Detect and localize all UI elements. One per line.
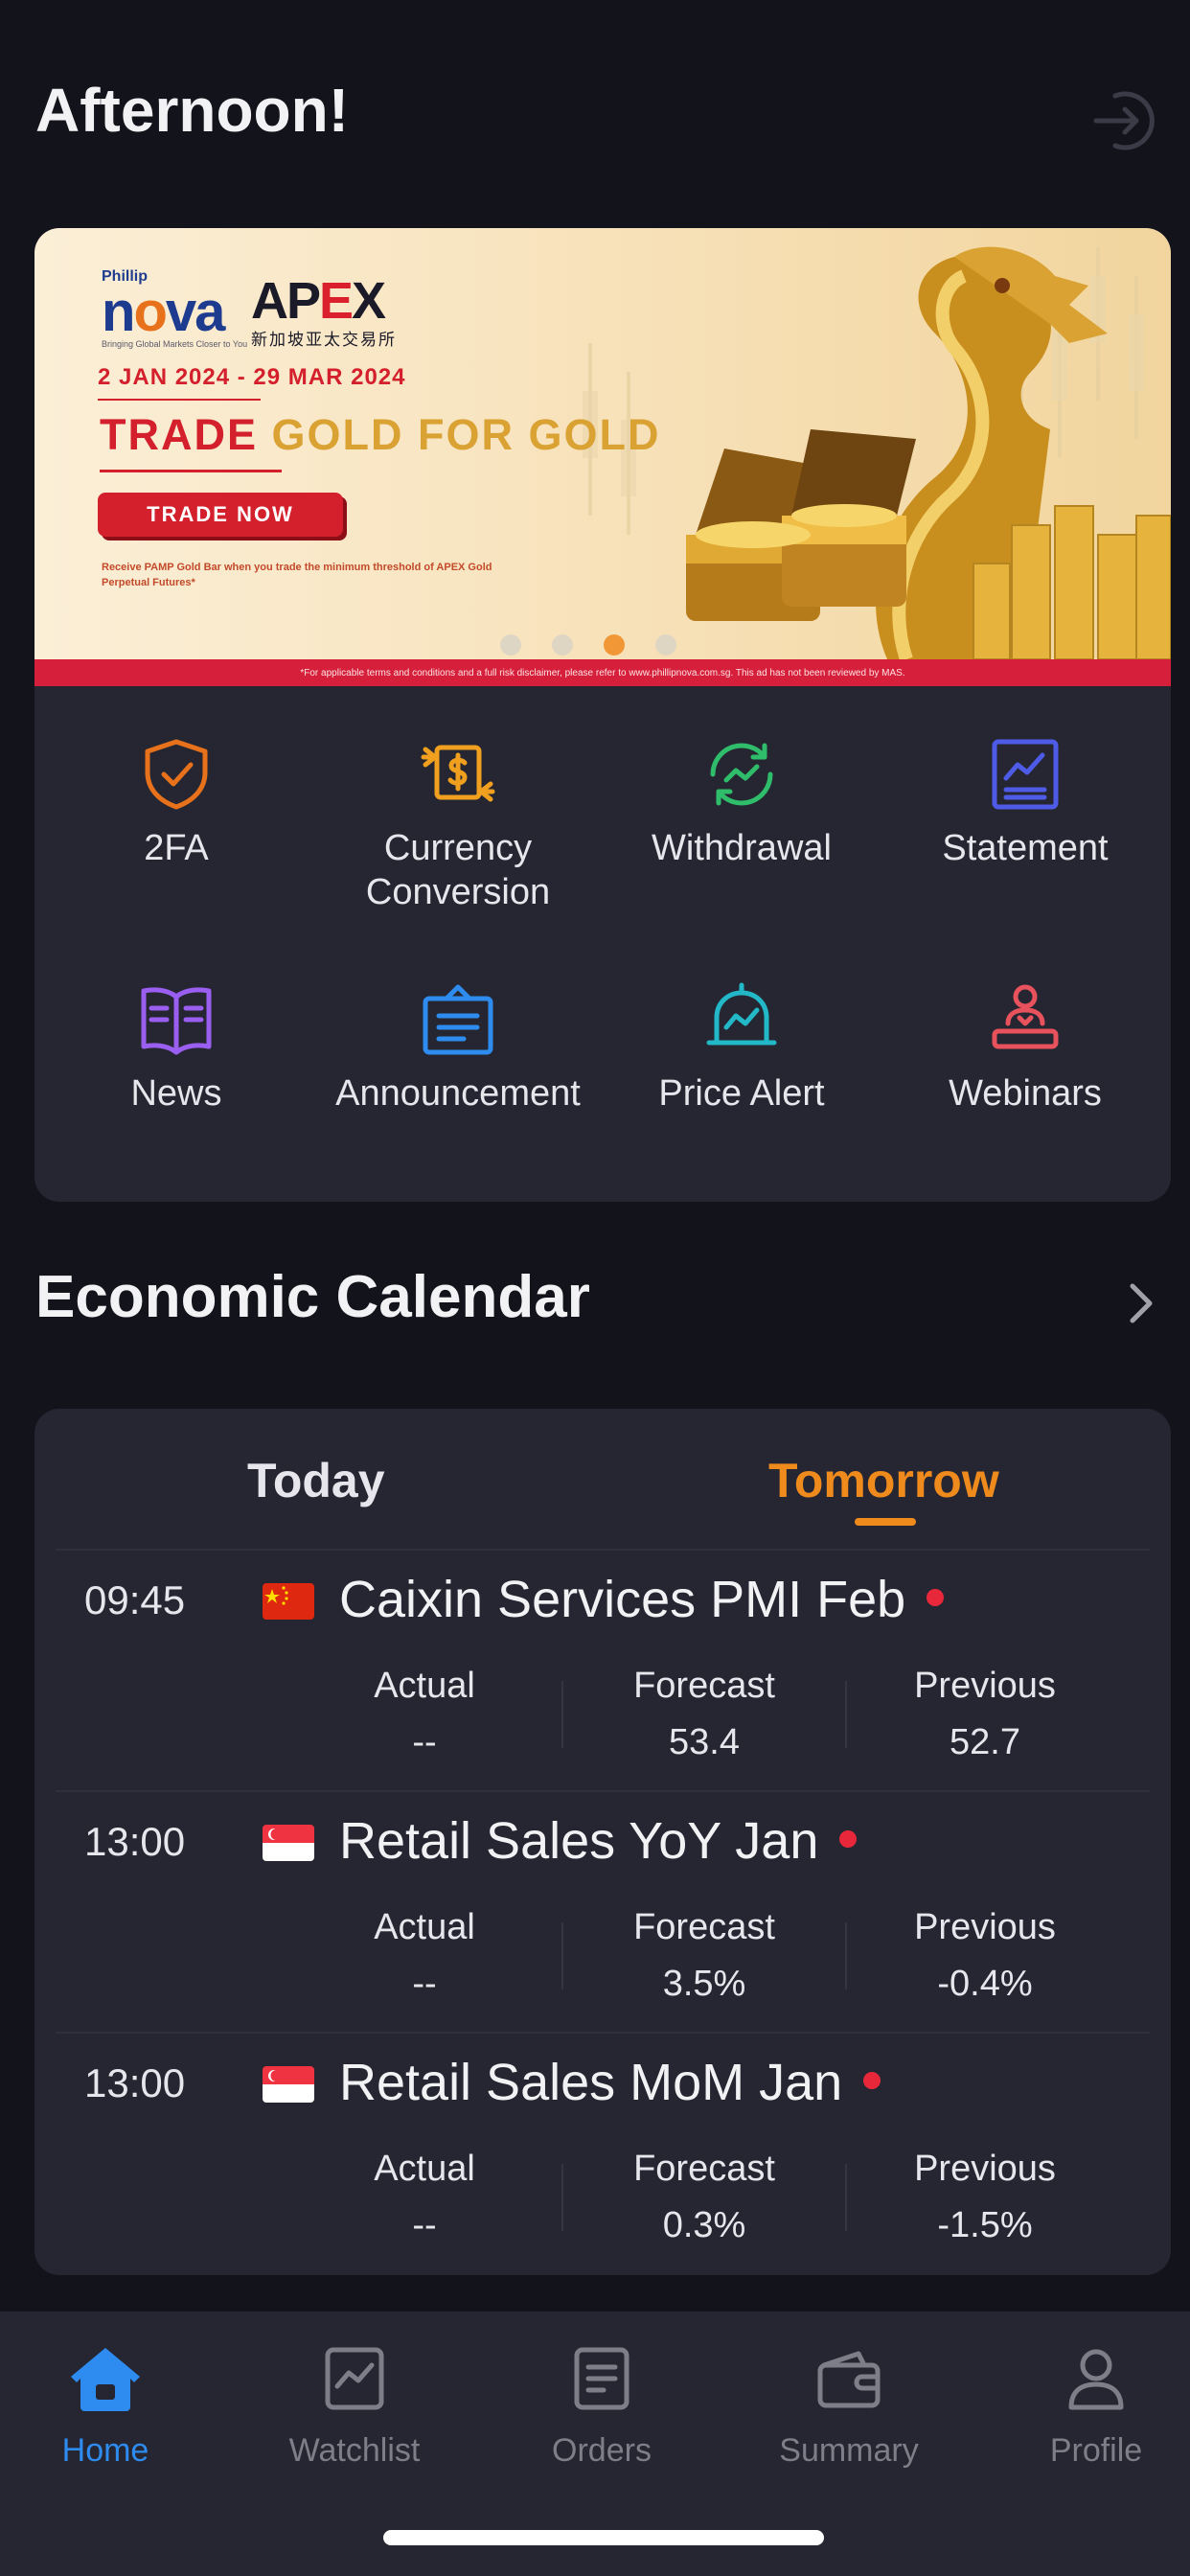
tab-label: Summary	[779, 2432, 919, 2469]
quick-action-announcement[interactable]: Announcement	[316, 981, 600, 1116]
quick-action-label: Currency Conversion	[365, 828, 551, 912]
tab-profile[interactable]: Profile	[1000, 2340, 1190, 2470]
promo-date-range: 2 JAN 2024 - 29 MAR 2024	[98, 364, 406, 390]
quick-action-label: Webinars	[949, 1073, 1102, 1114]
previous-column: Previous 52.7	[914, 1666, 1056, 1762]
promo-fine-print: Receive PAMP Gold Bar when you trade the…	[102, 562, 492, 588]
chevron-right-icon[interactable]	[1121, 1278, 1159, 1328]
header: Afternoon!	[0, 0, 1190, 220]
tab-home[interactable]: Home	[10, 2340, 201, 2470]
singapore-flag-icon	[263, 1825, 314, 1861]
quick-action-label: Withdrawal	[652, 828, 832, 868]
carousel-dot[interactable]	[655, 634, 676, 656]
forecast-column: Forecast 0.3%	[633, 2149, 775, 2245]
open-book-icon	[138, 981, 215, 1058]
bell-chart-icon	[703, 981, 780, 1058]
column-separator	[561, 1681, 563, 1748]
trade-now-button[interactable]: TRADE NOW	[98, 493, 343, 537]
carousel-dot-active[interactable]	[604, 634, 625, 656]
tab-tomorrow[interactable]: Tomorrow	[768, 1453, 999, 1508]
carousel-dot[interactable]	[500, 634, 521, 656]
singapore-flag-icon	[263, 2066, 314, 2103]
home-icon	[67, 2340, 144, 2417]
home-indicator[interactable]	[383, 2530, 824, 2545]
event-title: Retail Sales YoY Jan	[339, 1811, 858, 1871]
quick-action-price-alert[interactable]: Price Alert	[600, 981, 883, 1116]
logout-icon[interactable]	[1087, 84, 1159, 157]
promo-disclaimer: *For applicable terms and conditions and…	[34, 659, 1171, 686]
quick-action-label: News	[130, 1073, 222, 1114]
quick-action-statement[interactable]: Statement	[883, 736, 1167, 870]
importance-dot	[839, 1829, 858, 1848]
quick-action-label: Announcement	[335, 1073, 581, 1114]
dragon-gold-illustration	[583, 246, 1171, 659]
calendar-event[interactable]: 13:00 Retail Sales YoY Jan Actual -- For…	[34, 1792, 1171, 2034]
quick-action-currency-conversion[interactable]: Currency Conversion	[316, 736, 600, 914]
tab-label: Home	[61, 2432, 149, 2469]
calendar-event[interactable]: 13:00 Retail Sales MoM Jan Actual -- For…	[34, 2034, 1171, 2275]
promo-banner[interactable]: Phillip nova Bringing Global Markets Clo…	[34, 228, 1171, 686]
watchlist-icon	[316, 2340, 393, 2417]
presenter-icon	[987, 981, 1064, 1058]
forecast-column: Forecast 53.4	[633, 1666, 775, 1762]
economic-calendar-title[interactable]: Economic Calendar	[35, 1263, 590, 1331]
wallet-icon	[811, 2340, 887, 2417]
actual-column: Actual --	[374, 1907, 475, 2004]
refresh-chart-icon	[703, 736, 780, 813]
tab-label: Profile	[1049, 2432, 1143, 2469]
forecast-column: Forecast 3.5%	[633, 1907, 775, 2004]
importance-dot	[863, 2071, 881, 2089]
tab-summary[interactable]: Summary	[753, 2340, 945, 2470]
event-title: Caixin Services PMI Feb	[339, 1570, 945, 1629]
calendar-event[interactable]: 09:45 Caixin Services PMI Feb Actual -- …	[34, 1551, 1171, 1792]
column-separator	[561, 1922, 563, 1990]
quick-action-2fa[interactable]: 2FA	[34, 736, 318, 870]
currency-exchange-icon	[420, 736, 496, 813]
quick-action-webinars[interactable]: Webinars	[883, 981, 1167, 1116]
economic-calendar-card: Today Tomorrow 09:45 Caixin Services PMI…	[34, 1409, 1171, 2275]
headline-underline	[100, 470, 282, 472]
actual-column: Actual --	[374, 2149, 475, 2245]
previous-column: Previous -1.5%	[914, 2149, 1056, 2245]
tab-label: Orders	[552, 2432, 652, 2469]
statement-chart-icon	[987, 736, 1064, 813]
column-separator	[561, 2164, 563, 2231]
profile-icon	[1058, 2340, 1134, 2417]
importance-dot	[927, 1588, 945, 1606]
quick-action-label: Price Alert	[658, 1073, 825, 1114]
quick-action-label: 2FA	[144, 828, 209, 868]
tab-today[interactable]: Today	[247, 1453, 385, 1508]
event-title: Retail Sales MoM Jan	[339, 2053, 881, 2112]
actual-column: Actual --	[374, 1666, 475, 1762]
shield-check-icon	[138, 736, 215, 813]
phillip-nova-logo: Phillip nova Bringing Global Markets Clo…	[102, 268, 248, 349]
clipboard-icon	[420, 981, 496, 1058]
greeting-title: Afternoon!	[35, 76, 350, 145]
quick-action-withdrawal[interactable]: Withdrawal	[600, 736, 883, 870]
event-time: 13:00	[84, 2060, 186, 2105]
apex-logo: APEX 新加坡亚太交易所	[251, 272, 397, 349]
promo-headline: TRADE GOLD FOR GOLD	[100, 410, 661, 459]
previous-column: Previous -0.4%	[914, 1907, 1056, 2004]
tab-watchlist[interactable]: Watchlist	[259, 2340, 450, 2470]
event-time: 13:00	[84, 1819, 186, 1864]
active-tab-indicator	[855, 1518, 916, 1526]
tab-orders[interactable]: Orders	[506, 2340, 698, 2470]
carousel-dot[interactable]	[552, 634, 573, 656]
china-flag-icon	[263, 1583, 314, 1620]
quick-action-label: Statement	[942, 828, 1109, 868]
date-underline	[98, 399, 261, 401]
tab-label: Watchlist	[288, 2432, 421, 2469]
quick-action-news[interactable]: News	[34, 981, 318, 1116]
orders-icon	[563, 2340, 640, 2417]
event-time: 09:45	[84, 1577, 186, 1622]
carousel-dots[interactable]	[500, 634, 676, 656]
